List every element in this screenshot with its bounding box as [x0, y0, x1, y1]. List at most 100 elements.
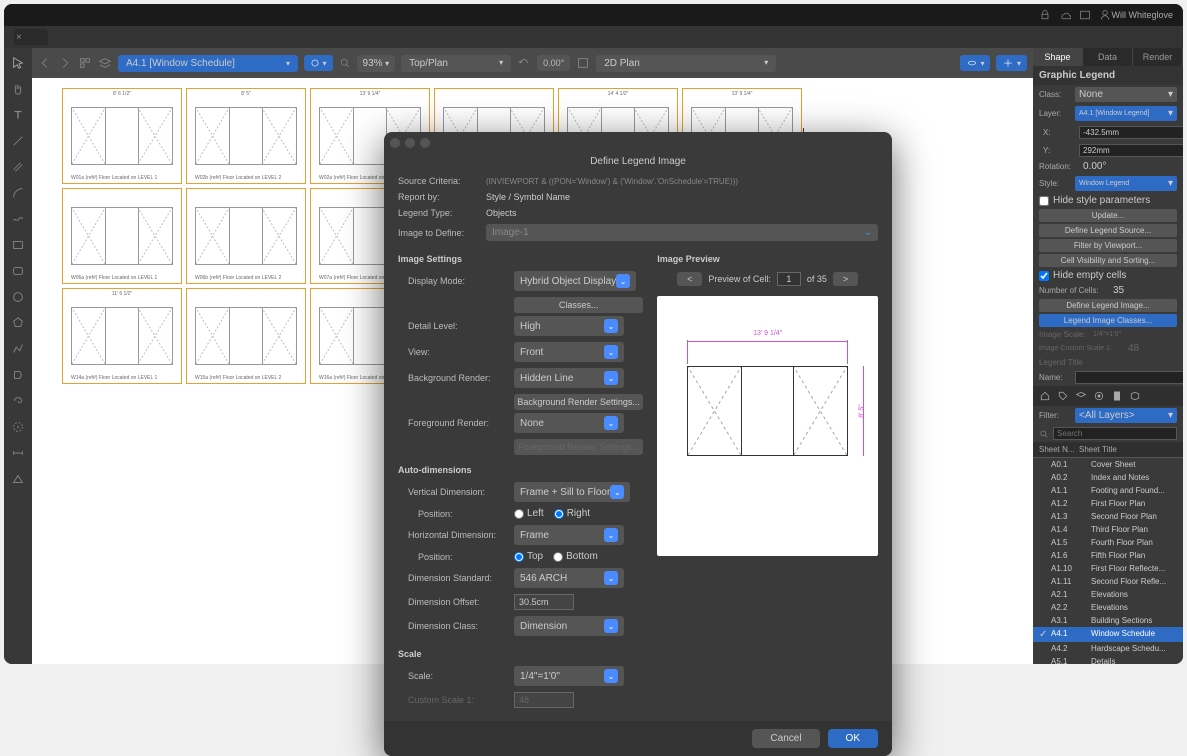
- cancel-button[interactable]: Cancel: [752, 729, 819, 748]
- rounded-rect-tool-icon[interactable]: [9, 262, 27, 280]
- polyline-tool-icon[interactable]: [9, 340, 27, 358]
- legend-cell[interactable]: 8' 5"W02b (ref#) Floor Located on LEVEL …: [186, 88, 306, 184]
- legend-cell[interactable]: 8' 6 1/2"W01a (ref#) Floor Located on LE…: [62, 88, 182, 184]
- hide-empty-checkbox[interactable]: [1039, 271, 1049, 281]
- filter-viewport-button[interactable]: Filter by Viewport...: [1039, 239, 1177, 252]
- class-dropdown[interactable]: None▾: [1075, 87, 1177, 102]
- update-button[interactable]: Update...: [1039, 209, 1177, 222]
- projection-dropdown[interactable]: 2D Plan▾: [596, 55, 776, 72]
- zoom-level[interactable]: 93% ▾: [357, 55, 396, 72]
- text-tool-icon[interactable]: [9, 106, 27, 124]
- right-radio[interactable]: [554, 509, 564, 519]
- tab-render[interactable]: Render: [1133, 48, 1183, 66]
- rectangle-tool-icon[interactable]: [9, 236, 27, 254]
- left-radio[interactable]: [514, 509, 524, 519]
- arc-tool-icon[interactable]: [9, 184, 27, 202]
- sheet-row[interactable]: A1.5Fourth Floor Plan: [1033, 536, 1183, 549]
- prev-cell-button[interactable]: <: [677, 272, 702, 286]
- layers-icon[interactable]: [98, 56, 112, 70]
- rotate-icon[interactable]: [517, 56, 531, 70]
- cell-visibility-button[interactable]: Cell Visibility and Sorting...: [1039, 254, 1177, 267]
- sheet-row[interactable]: A3.1Building Sections: [1033, 614, 1183, 627]
- cube-icon[interactable]: [1129, 390, 1141, 402]
- render-mode-2[interactable]: ▾: [996, 55, 1027, 71]
- sheet-icon[interactable]: [1111, 390, 1123, 402]
- locus-tool-icon[interactable]: [9, 418, 27, 436]
- rotation-angle[interactable]: 0.00°: [537, 55, 570, 71]
- plan-icon[interactable]: [576, 56, 590, 70]
- close-icon[interactable]: ×: [16, 32, 22, 43]
- name-input[interactable]: [1075, 371, 1183, 384]
- window-close[interactable]: [390, 138, 400, 148]
- selection-tool-icon[interactable]: [9, 54, 27, 72]
- layer-dropdown[interactable]: A4.1 [Window Legend]▾: [1075, 106, 1177, 121]
- document-tab[interactable]: ×: [14, 29, 48, 45]
- class-visibility-dropdown[interactable]: ▾: [304, 55, 333, 71]
- style-dropdown[interactable]: Window Legend▾: [1075, 176, 1177, 191]
- display-mode-dropdown[interactable]: Hybrid Object Display⌄: [514, 271, 636, 291]
- hide-style-checkbox[interactable]: [1039, 196, 1049, 206]
- render-mode-1[interactable]: ▾: [960, 55, 991, 71]
- window-minimize[interactable]: [405, 138, 415, 148]
- target-icon[interactable]: [1093, 390, 1105, 402]
- hdim-dropdown[interactable]: Frame⌄: [514, 525, 624, 545]
- sheet-row[interactable]: A0.1Cover Sheet: [1033, 458, 1183, 471]
- bg-render-dropdown[interactable]: Hidden Line⌄: [514, 368, 624, 388]
- sheet-layer-dropdown[interactable]: A4.1 [Window Schedule]▾: [118, 55, 298, 72]
- sheet-row[interactable]: A1.1Footing and Found...: [1033, 484, 1183, 497]
- cell-number-input[interactable]: [777, 272, 801, 286]
- double-line-tool-icon[interactable]: [9, 158, 27, 176]
- y-input[interactable]: [1079, 144, 1183, 157]
- image-classes-button[interactable]: Legend Image Classes...: [1039, 314, 1177, 327]
- sheet-row[interactable]: A0.2Index and Notes: [1033, 471, 1183, 484]
- fg-render-dropdown[interactable]: None⌄: [514, 413, 624, 433]
- tag-icon[interactable]: [1057, 390, 1069, 402]
- scale-dropdown[interactable]: 1/4"=1'0"⌄: [514, 666, 624, 686]
- dimension-tool-icon[interactable]: [9, 444, 27, 462]
- pan-tool-icon[interactable]: [9, 80, 27, 98]
- sheet-row[interactable]: A5.1Details: [1033, 655, 1183, 664]
- top-radio[interactable]: [514, 552, 524, 562]
- image-to-define-dropdown[interactable]: Image-1⌄: [486, 224, 878, 241]
- sheet-row[interactable]: A4.2Hardscape Schedu...: [1033, 642, 1183, 655]
- sheet-row[interactable]: A1.11Second Floor Refle...: [1033, 575, 1183, 588]
- filter-dropdown[interactable]: <All Layers>▾: [1075, 408, 1177, 423]
- more-tools-icon[interactable]: [9, 470, 27, 488]
- sheet-row[interactable]: A1.6Fifth Floor Plan: [1033, 549, 1183, 562]
- spiral-tool-icon[interactable]: [9, 392, 27, 410]
- sheet-row[interactable]: A2.1Elevations: [1033, 588, 1183, 601]
- line-tool-icon[interactable]: [9, 132, 27, 150]
- define-source-button[interactable]: Define Legend Source...: [1039, 224, 1177, 237]
- dim-class-dropdown[interactable]: Dimension⌄: [514, 616, 624, 636]
- sheet-row[interactable]: A1.10First Floor Reflecte...: [1033, 562, 1183, 575]
- sheet-row[interactable]: A2.2Elevations: [1033, 601, 1183, 614]
- sheet-row[interactable]: ✓A4.1Window Schedule: [1033, 627, 1183, 642]
- forward-icon[interactable]: [58, 56, 72, 70]
- detail-level-dropdown[interactable]: High⌄: [514, 316, 624, 336]
- dim-std-dropdown[interactable]: 546 ARCH⌄: [514, 568, 624, 588]
- sheet-row[interactable]: A1.4Third Floor Plan: [1033, 523, 1183, 536]
- zoom-icon[interactable]: [339, 57, 351, 69]
- next-cell-button[interactable]: >: [833, 272, 858, 286]
- legend-cell[interactable]: 11' 6 1/2"W14a (ref#) Floor Located on L…: [62, 288, 182, 384]
- define-image-button[interactable]: Define Legend Image...: [1039, 299, 1177, 312]
- home-icon[interactable]: [1039, 390, 1051, 402]
- classes-button[interactable]: Classes...: [514, 297, 643, 313]
- tab-data[interactable]: Data: [1083, 48, 1133, 66]
- legend-cell[interactable]: W06a (ref#) Floor Located on LEVEL 1: [62, 188, 182, 284]
- views-icon[interactable]: [78, 56, 92, 70]
- search-input[interactable]: [1053, 427, 1177, 440]
- polygon-tool-icon[interactable]: [9, 314, 27, 332]
- bg-settings-button[interactable]: Background Render Settings...: [514, 394, 643, 410]
- view-dropdown[interactable]: Top/Plan▾: [401, 55, 511, 72]
- tab-shape[interactable]: Shape: [1033, 48, 1083, 66]
- ok-button[interactable]: OK: [828, 729, 878, 748]
- back-icon[interactable]: [38, 56, 52, 70]
- vdim-dropdown[interactable]: Frame + Sill to Floor⌄: [514, 482, 630, 502]
- view-dropdown[interactable]: Front⌄: [514, 342, 624, 362]
- sheet-row[interactable]: A1.2First Floor Plan: [1033, 497, 1183, 510]
- window-zoom[interactable]: [420, 138, 430, 148]
- circle-tool-icon[interactable]: [9, 288, 27, 306]
- sheet-row[interactable]: A1.3Second Floor Plan: [1033, 510, 1183, 523]
- bottom-radio[interactable]: [553, 552, 563, 562]
